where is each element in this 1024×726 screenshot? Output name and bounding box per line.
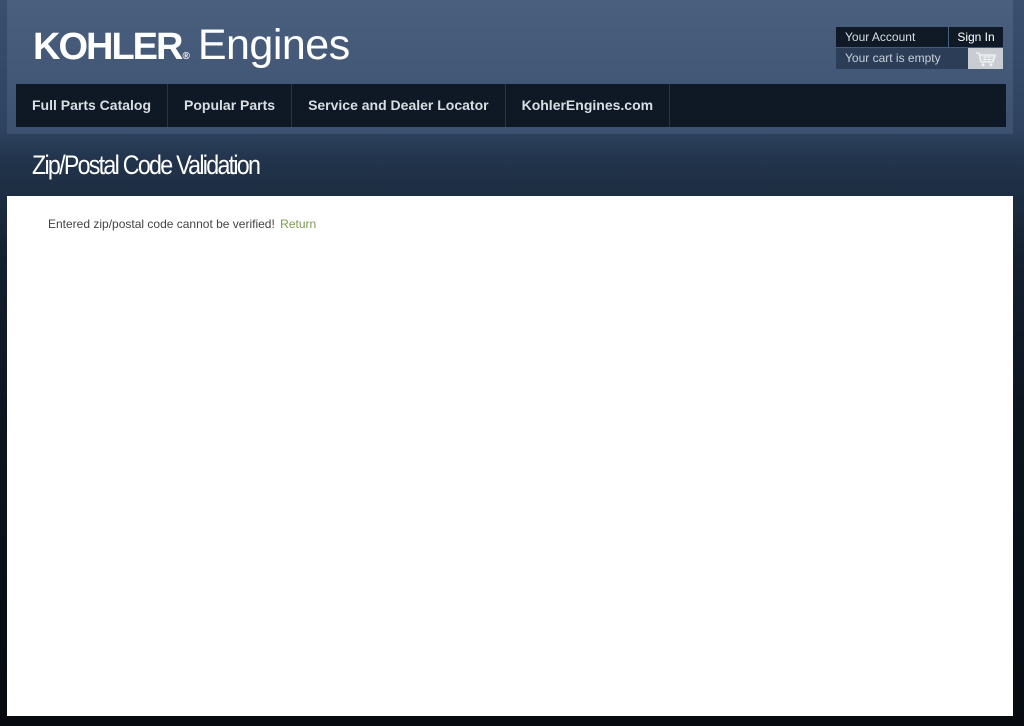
sign-in-link[interactable]: Sign In <box>949 27 1003 47</box>
validation-message: Entered zip/postal code cannot be verifi… <box>48 217 316 231</box>
shopping-cart-icon <box>975 51 996 66</box>
nav-full-parts-catalog[interactable]: Full Parts Catalog <box>16 84 169 127</box>
account-box: Your Account Sign In Your cart is empty <box>836 27 1003 69</box>
cart-row: Your cart is empty <box>836 48 1003 69</box>
kohler-engines-logo[interactable]: KOHLER® Engines <box>33 20 350 82</box>
nav-popular-parts[interactable]: Popular Parts <box>168 84 293 127</box>
logo-product: Engines <box>197 21 350 69</box>
nav-kohlerengines-com[interactable]: KohlerEngines.com <box>506 84 671 127</box>
page-title: Zip/Postal Code Validation <box>32 150 261 180</box>
logo-registered-mark: ® <box>182 51 190 62</box>
return-link[interactable]: Return <box>280 217 316 231</box>
logo-brand: KOHLER <box>33 26 183 68</box>
cart-status[interactable]: Your cart is empty <box>836 48 968 69</box>
cart-button[interactable] <box>968 48 1003 69</box>
site-header: KOHLER® Engines Your Account Sign In Your… <box>7 0 1013 134</box>
your-account-link[interactable]: Your Account <box>836 27 949 47</box>
error-message-text: Entered zip/postal code cannot be verifi… <box>48 217 275 231</box>
nav-service-dealer-locator[interactable]: Service and Dealer Locator <box>292 84 506 127</box>
account-row: Your Account Sign In <box>836 27 1003 47</box>
content-area: Entered zip/postal code cannot be verifi… <box>7 196 1013 716</box>
main-nav: Full Parts Catalog Popular Parts Service… <box>16 84 1006 127</box>
